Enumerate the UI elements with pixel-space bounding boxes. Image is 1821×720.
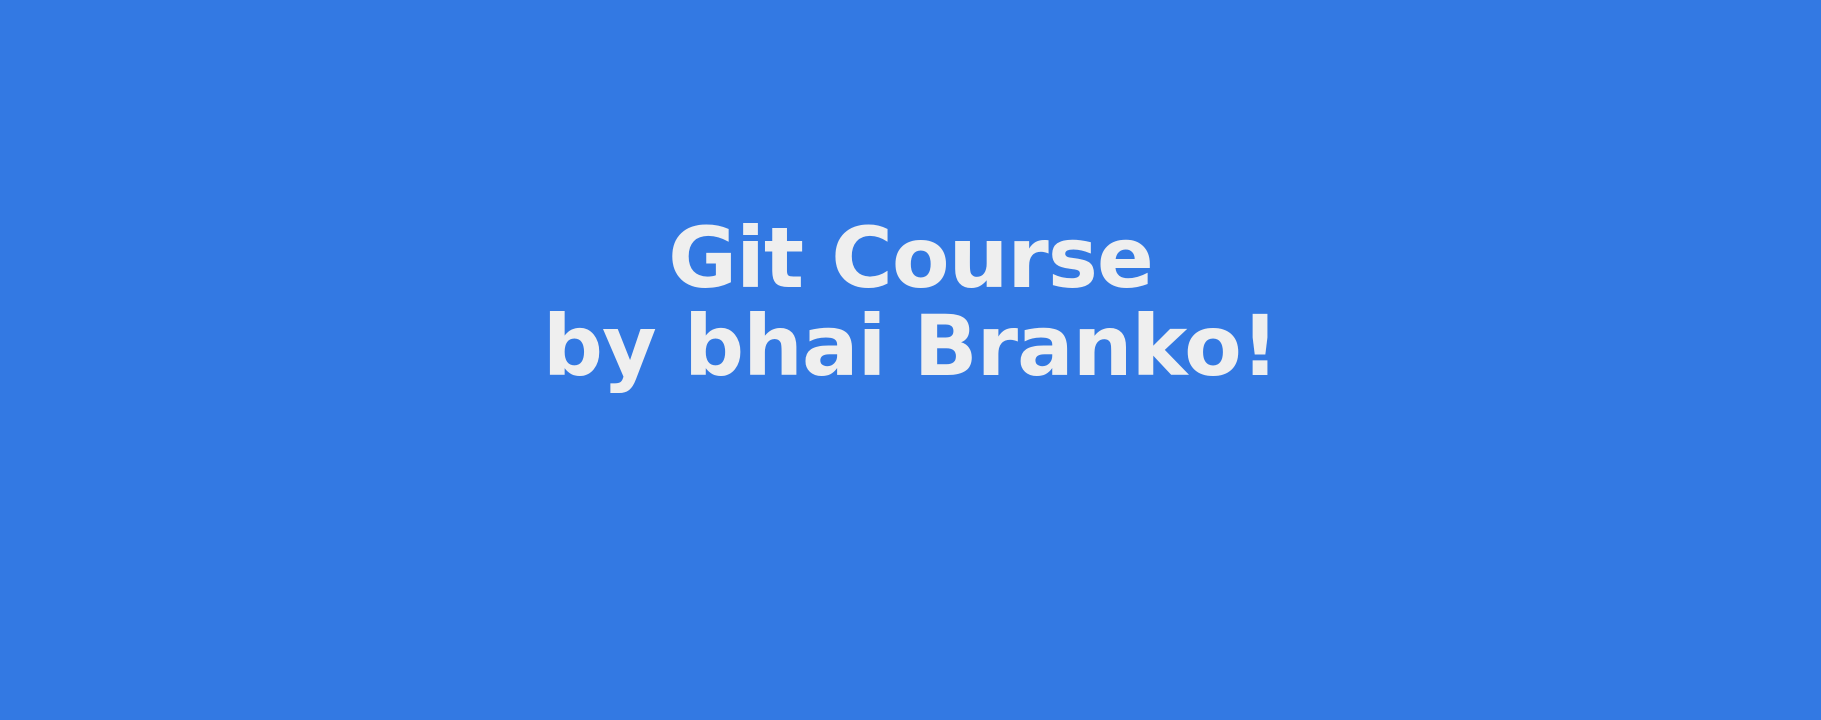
title-line-1: Git Course <box>668 209 1154 307</box>
banner-background: Git Course by bhai Branko! <box>0 0 1821 720</box>
title-line-2: by bhai Branko! <box>542 297 1279 395</box>
banner-title: Git Course by bhai Branko! <box>0 214 1821 390</box>
